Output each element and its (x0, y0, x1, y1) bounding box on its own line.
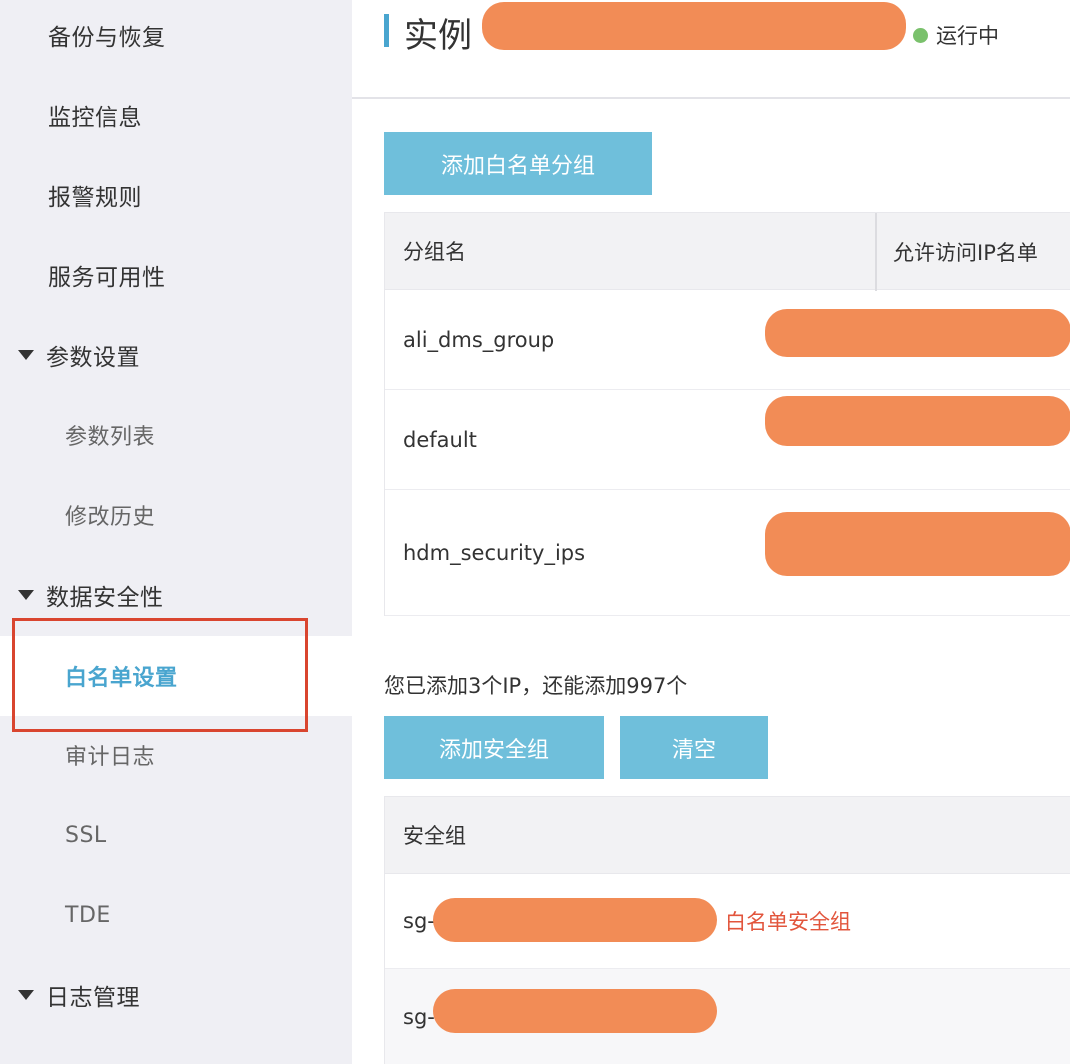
sidebar-group-parameters[interactable]: 参数设置 (0, 315, 352, 395)
sidebar-group-label: 数据安全性 (46, 585, 164, 611)
sidebar-item-ssl[interactable]: SSL (0, 795, 352, 875)
add-whitelist-group-button[interactable]: 添加白名单分组 (384, 132, 652, 195)
security-group-id-prefix: sg- (403, 1004, 435, 1029)
redacted-security-group-id (433, 898, 717, 942)
whitelist-table: 分组名 允许访问IP名单 ali_dms_group default hdm_s… (384, 212, 1070, 616)
table-row: sg- (385, 969, 1070, 1064)
highlight-annotation-box (12, 618, 308, 732)
sidebar-group-label: 参数设置 (46, 345, 140, 371)
table-header: 安全组 (385, 796, 1070, 874)
sidebar-item-label: 服务可用性 (48, 265, 166, 291)
sidebar-item-label: 备份与恢复 (48, 25, 166, 51)
sidebar-item-backup-restore[interactable]: 备份与恢复 (0, 0, 352, 75)
security-group-id-prefix: sg- (403, 909, 435, 933)
instance-header: 实例 运行中 (352, 0, 1070, 99)
table-row: ali_dms_group (385, 290, 1070, 390)
caret-down-icon (18, 990, 34, 1000)
security-group-table: 安全组 sg- 白名单安全组 sg- (384, 796, 1070, 1064)
column-header-allowed-ips: 允许访问IP名单 (893, 241, 1038, 265)
redacted-security-group-id (433, 989, 717, 1033)
group-name-cell: default (403, 427, 477, 452)
column-header-group-name: 分组名 (403, 240, 466, 264)
app-page: 备份与恢复 监控信息 报警规则 服务可用性 参数设置 参数列表 修改历史 数据安… (0, 0, 1070, 1064)
sidebar-item-label: 参数列表 (65, 425, 156, 450)
redacted-ip-list (765, 309, 1070, 357)
status-badge: 运行中 (936, 24, 999, 48)
sidebar-item-monitoring[interactable]: 监控信息 (0, 75, 352, 155)
sidebar: 备份与恢复 监控信息 报警规则 服务可用性 参数设置 参数列表 修改历史 数据安… (0, 0, 352, 1064)
group-name-cell: hdm_security_ips (403, 540, 586, 565)
status-dot-icon (913, 28, 928, 43)
sidebar-item-availability[interactable]: 服务可用性 (0, 235, 352, 315)
sidebar-group-log-management[interactable]: 日志管理 (0, 955, 352, 1035)
add-security-group-button[interactable]: 添加安全组 (384, 716, 604, 779)
table-header: 分组名 允许访问IP名单 (385, 212, 1070, 291)
caret-down-icon (18, 350, 34, 360)
sidebar-item-tde[interactable]: TDE (0, 875, 352, 955)
title-accent-bar (384, 14, 389, 47)
ip-count-info: 您已添加3个IP，还能添加997个 (384, 674, 688, 698)
sidebar-item-label: 修改历史 (65, 505, 156, 530)
sidebar-group-label: 日志管理 (46, 985, 140, 1011)
sidebar-item-parameter-list[interactable]: 参数列表 (0, 395, 352, 475)
sidebar-item-alert-rules[interactable]: 报警规则 (0, 155, 352, 235)
sidebar-item-label: 报警规则 (48, 185, 142, 211)
sidebar-item-label: TDE (65, 902, 111, 928)
column-header-security-group: 安全组 (403, 824, 466, 848)
redacted-ip-list (765, 396, 1070, 446)
redacted-instance-id (482, 2, 906, 50)
sidebar-item-label: SSL (65, 822, 107, 848)
main-content: 实例 运行中 添加白名单分组 分组名 允许访问IP名单 ali_dms_grou… (352, 0, 1070, 1064)
sidebar-item-change-history[interactable]: 修改历史 (0, 475, 352, 555)
table-row: default (385, 390, 1070, 490)
clear-button[interactable]: 清空 (620, 716, 768, 779)
table-row: sg- 白名单安全组 (385, 874, 1070, 969)
sidebar-item-label: 审计日志 (65, 745, 156, 770)
sidebar-item-label: 监控信息 (48, 105, 142, 131)
table-row: hdm_security_ips (385, 490, 1070, 616)
column-divider (875, 213, 877, 291)
whitelist-security-group-note: 白名单安全组 (725, 910, 851, 934)
redacted-ip-list (765, 512, 1070, 576)
caret-down-icon (18, 590, 34, 600)
group-name-cell: ali_dms_group (403, 327, 555, 352)
page-title: 实例 (404, 16, 472, 56)
